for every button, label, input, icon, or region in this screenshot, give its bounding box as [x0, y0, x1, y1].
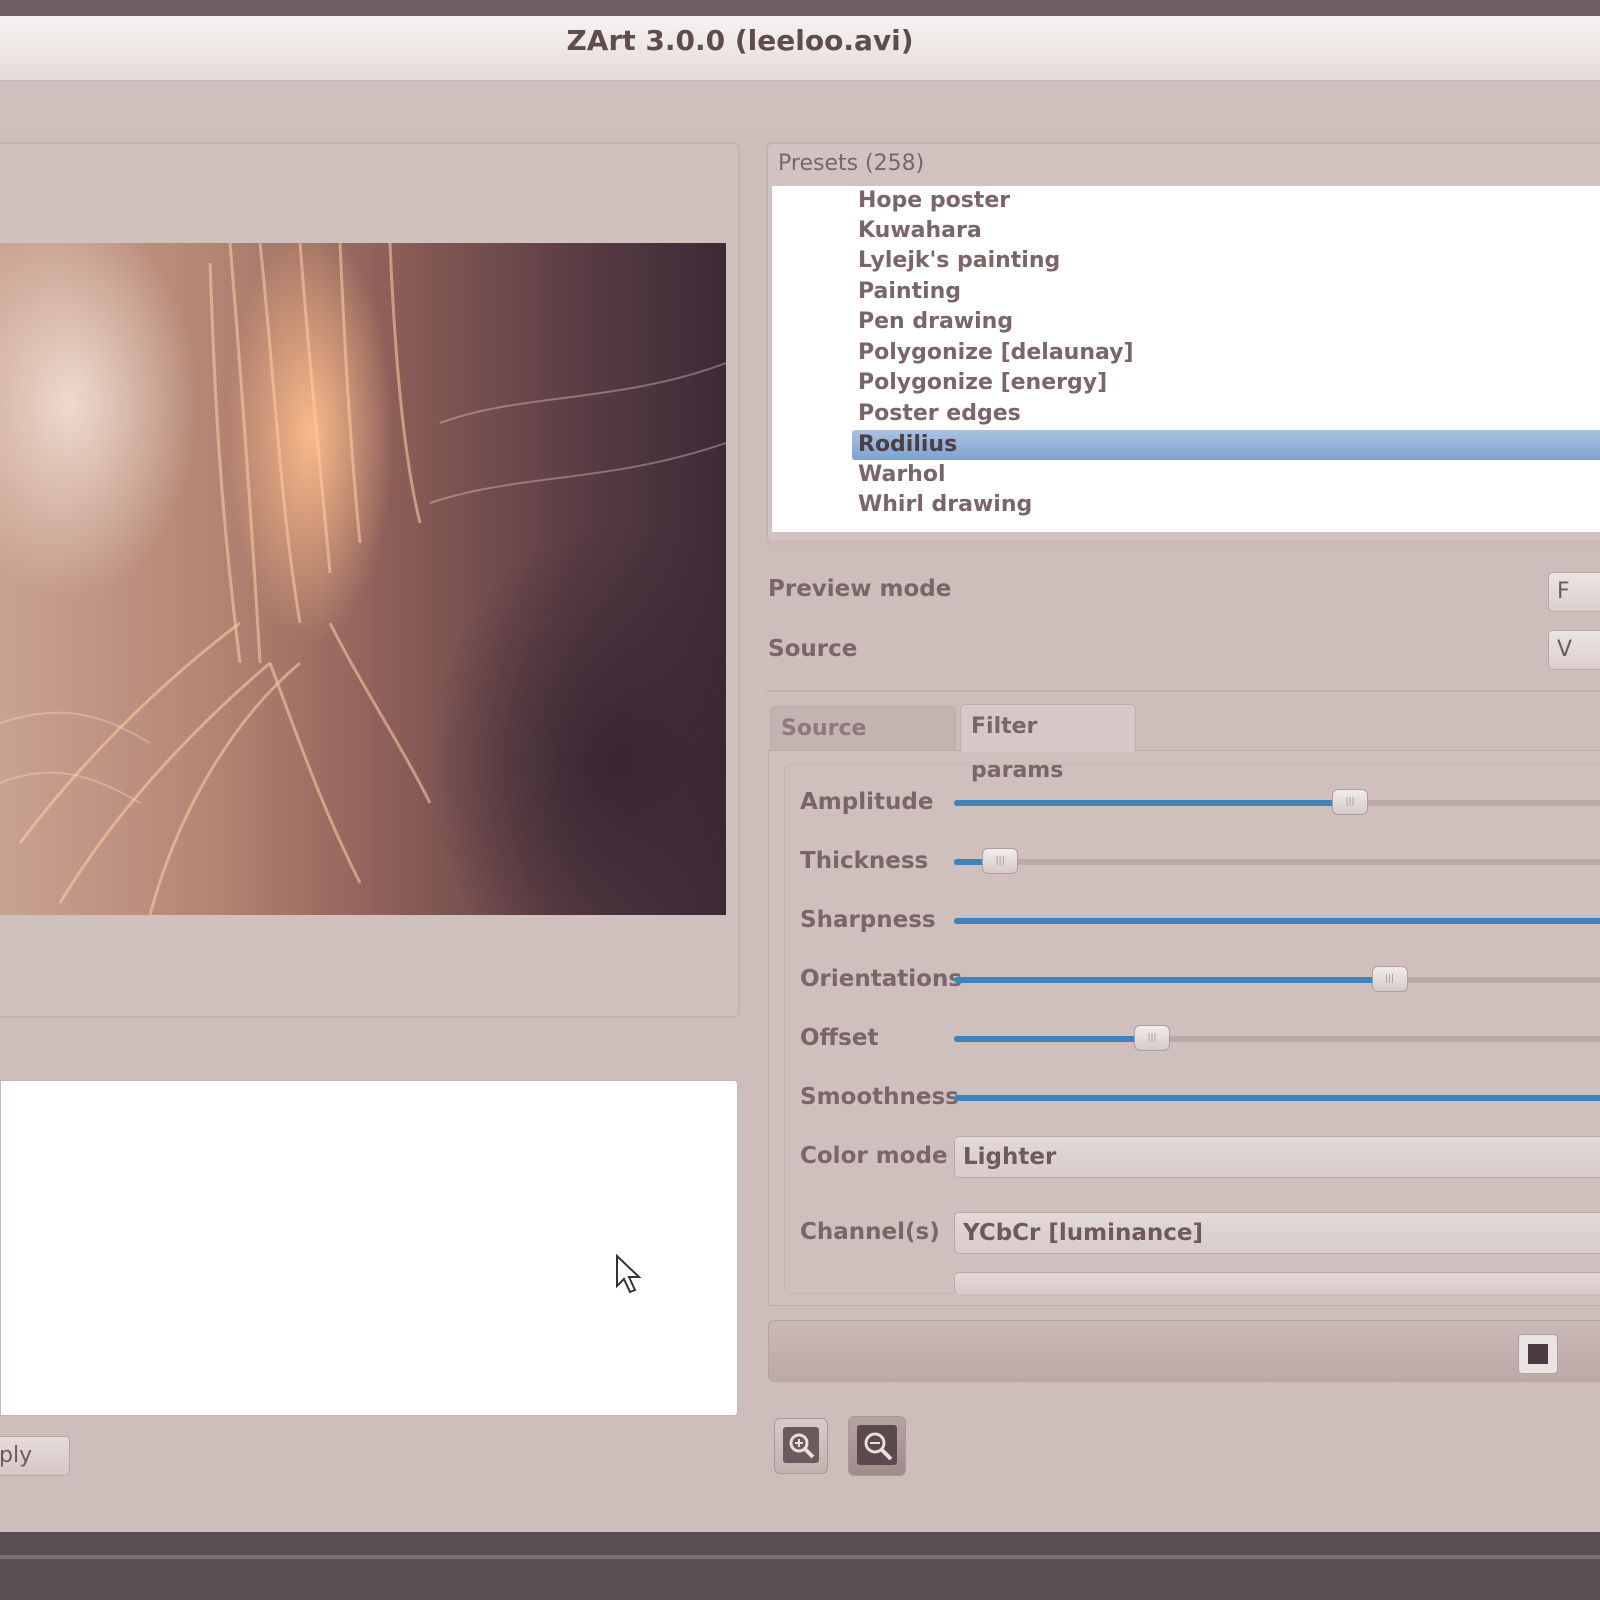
- preset-item-selected[interactable]: Rodilius: [852, 430, 1600, 460]
- param-label: Offset: [800, 1025, 879, 1051]
- preview-mode-select[interactable]: F: [1548, 572, 1600, 612]
- param-label: Thickness: [800, 848, 929, 874]
- param-label: Smoothness: [800, 1084, 959, 1110]
- separator: [766, 690, 1600, 692]
- param-label: Sharpness: [800, 907, 936, 933]
- slider-handle[interactable]: |||: [1332, 789, 1368, 815]
- preset-item[interactable]: Lylejk's painting: [858, 246, 1060, 276]
- slider-fill: [954, 918, 1600, 924]
- source-select[interactable]: V: [1548, 630, 1600, 670]
- apply-button[interactable]: ply: [0, 1436, 70, 1476]
- param-label: Orientations: [800, 966, 963, 992]
- mouse-cursor-icon: [614, 1253, 644, 1302]
- slider-handle[interactable]: |||: [1134, 1025, 1170, 1051]
- preset-item[interactable]: Polygonize [delaunay]: [858, 338, 1134, 368]
- orientations-slider[interactable]: |||: [954, 966, 1600, 992]
- channels-label: Channel(s): [800, 1219, 940, 1245]
- log-area[interactable]: [0, 1080, 738, 1416]
- slider-fill: [954, 1095, 1600, 1101]
- param-label: Amplitude: [800, 789, 934, 815]
- preset-item[interactable]: Poster edges: [858, 399, 1021, 429]
- zoom-out-button[interactable]: [848, 1416, 906, 1476]
- window-bottom-edge: [0, 1555, 1600, 1559]
- preset-item[interactable]: Warhol: [858, 460, 946, 490]
- slider-handle[interactable]: |||: [1371, 966, 1408, 992]
- amplitude-slider[interactable]: |||: [954, 789, 1600, 815]
- partial-select[interactable]: [954, 1272, 1600, 1294]
- tab-filter-params[interactable]: Filter params: [960, 704, 1136, 783]
- preview-strokes: [0, 243, 726, 915]
- preset-item[interactable]: Whirl drawing: [858, 490, 1032, 520]
- offset-slider[interactable]: |||: [954, 1025, 1600, 1051]
- zoom-in-icon: [783, 1427, 819, 1463]
- presets-tree[interactable]: Hope poster Kuwahara Lylejk's painting P…: [772, 186, 1600, 532]
- preview-image[interactable]: [0, 243, 726, 915]
- preset-item[interactable]: Pen drawing: [858, 307, 1013, 337]
- preset-item[interactable]: Hope poster: [858, 186, 1010, 216]
- presets-header: Presets (258): [778, 151, 925, 176]
- slider-fill: [954, 1036, 1152, 1042]
- tab-source-params[interactable]: Source params: [770, 706, 956, 785]
- window-top-border: [0, 0, 1600, 16]
- source-label: Source: [768, 636, 858, 662]
- channels-select[interactable]: YCbCr [luminance]: [954, 1212, 1600, 1254]
- window-title: ZArt 3.0.0 (leeloo.avi): [566, 24, 914, 57]
- zoom-in-button[interactable]: [774, 1418, 828, 1474]
- preview-mode-label: Preview mode: [768, 576, 952, 602]
- title-bar: ZArt 3.0.0 (leeloo.avi): [0, 16, 1600, 81]
- slider-fill: [954, 977, 1390, 983]
- log-separator: [0, 1030, 740, 1070]
- preset-item[interactable]: Kuwahara: [858, 216, 982, 246]
- slider-fill: [954, 800, 1350, 806]
- smoothness-slider[interactable]: |||: [954, 1095, 1600, 1101]
- slider-handle[interactable]: |||: [982, 848, 1019, 874]
- sharpness-slider[interactable]: |||: [954, 918, 1600, 924]
- presets-horizontal-scrollbar[interactable]: [766, 540, 1600, 552]
- color-mode-label: Color mode: [800, 1143, 948, 1169]
- screen-icon[interactable]: [1518, 1334, 1558, 1374]
- status-bar: [768, 1320, 1600, 1382]
- window-bottom-border: [0, 1532, 1600, 1600]
- zoom-out-icon: [857, 1425, 897, 1465]
- preset-item[interactable]: Polygonize [energy]: [858, 368, 1107, 398]
- color-mode-select[interactable]: Lighter: [954, 1136, 1600, 1178]
- thickness-slider[interactable]: |||: [954, 848, 1600, 874]
- preset-item[interactable]: Painting: [858, 277, 961, 307]
- toolbar-area: [0, 81, 1600, 131]
